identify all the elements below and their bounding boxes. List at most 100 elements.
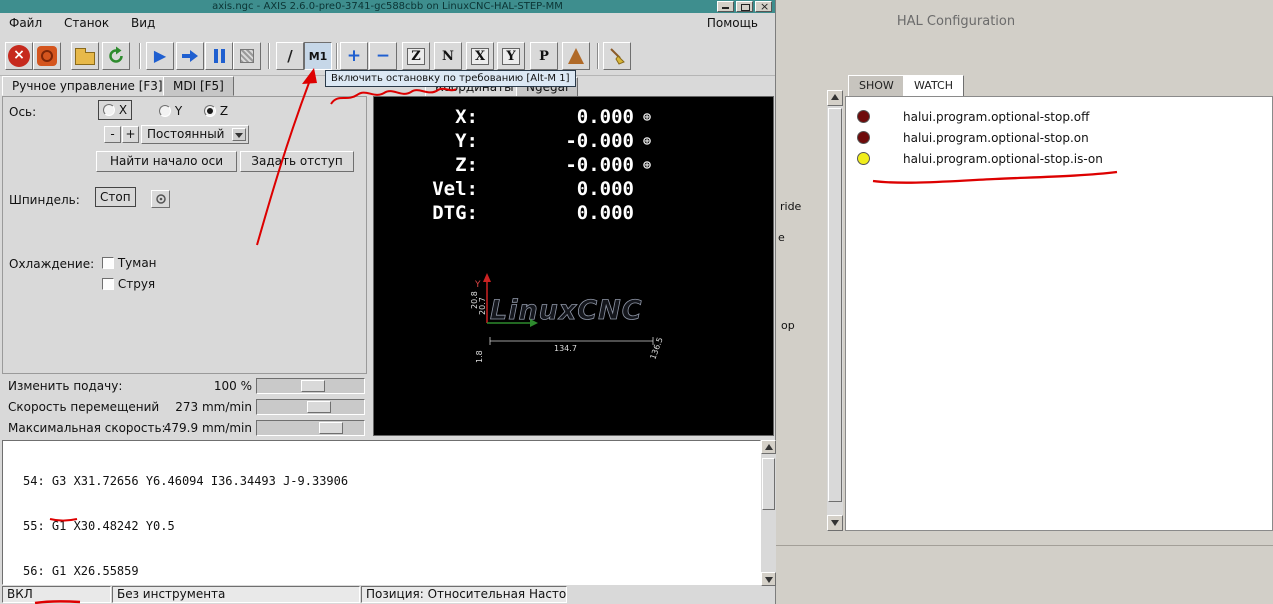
home-axis-button[interactable]: Найти начало оси bbox=[96, 151, 237, 172]
window-controls bbox=[717, 0, 772, 13]
dro-row-vel: Vel: 0.000 bbox=[432, 178, 634, 200]
scroll-up-icon[interactable] bbox=[827, 90, 843, 106]
gcode-line[interactable]: 54: G3 X31.72656 Y6.46094 I36.34493 J-9.… bbox=[23, 474, 760, 489]
scrollbar-thumb[interactable] bbox=[828, 108, 842, 502]
pause-button[interactable] bbox=[205, 42, 233, 70]
tab-mdi[interactable]: MDI [F5] bbox=[163, 76, 234, 96]
hal-tree-scrollbar[interactable] bbox=[827, 90, 843, 531]
preview-canvas[interactable]: X: 0.000 ⊕ Y: -0.000 ⊕ Z: -0.000 ⊕ Vel: … bbox=[373, 96, 774, 436]
menu-machine[interactable]: Станок bbox=[55, 13, 118, 33]
y-axis-arrow bbox=[483, 273, 491, 282]
run-button[interactable]: ▶ bbox=[146, 42, 174, 70]
led-icon bbox=[857, 131, 870, 144]
homed-icon: ⊕ bbox=[643, 133, 651, 149]
rotate-view-button[interactable] bbox=[562, 42, 590, 70]
tab-show[interactable]: SHOW bbox=[848, 75, 905, 97]
machine-power-button[interactable] bbox=[33, 42, 61, 70]
axis-titlebar[interactable]: axis.ngc - AXIS 2.6.0-pre0-3741-gc588cbb… bbox=[0, 0, 775, 13]
jog-speed-label: Скорость перемещений bbox=[8, 400, 160, 414]
gcode-scrollbar[interactable] bbox=[761, 440, 776, 586]
block-delete-button[interactable]: / bbox=[276, 42, 304, 70]
status-position: Позиция: Относительная Насто: bbox=[361, 586, 567, 603]
letter-y-icon: Y bbox=[502, 47, 520, 65]
menu-help[interactable]: Помощь bbox=[698, 13, 767, 33]
scroll-down-icon[interactable] bbox=[827, 515, 843, 531]
tab-watch[interactable]: WATCH bbox=[903, 75, 964, 97]
led-icon bbox=[857, 152, 870, 165]
broom-icon bbox=[610, 48, 625, 65]
y-axis-label: Y bbox=[474, 280, 481, 290]
tab-manual-control[interactable]: Ручное управление [F3] bbox=[2, 76, 173, 96]
pin-name: halui.program.optional-stop.off bbox=[903, 110, 1090, 124]
maximize-icon[interactable] bbox=[736, 1, 753, 12]
feed-override-slider[interactable] bbox=[256, 378, 365, 394]
zoom-out-button[interactable]: − bbox=[369, 42, 397, 70]
pin-name: halui.program.optional-stop.on bbox=[903, 131, 1089, 145]
clear-plot-button[interactable] bbox=[603, 42, 631, 70]
chevron-down-icon[interactable] bbox=[232, 128, 246, 141]
radio-selected-icon bbox=[204, 105, 216, 117]
max-velocity-slider[interactable] bbox=[256, 420, 365, 436]
optional-stop-button[interactable]: M1 bbox=[304, 42, 332, 70]
slider-handle[interactable] bbox=[319, 422, 343, 434]
menu-file[interactable]: Файл bbox=[0, 13, 51, 33]
stop-button[interactable] bbox=[233, 42, 261, 70]
dim-c-label: 1.8 bbox=[475, 350, 484, 363]
clipped-tree-label[interactable]: e bbox=[778, 231, 785, 244]
hal-window-bottom-edge bbox=[776, 545, 1273, 546]
jog-plus-button[interactable]: + bbox=[122, 126, 139, 143]
mist-checkbox[interactable]: Туман bbox=[102, 256, 157, 270]
step-button[interactable] bbox=[176, 42, 204, 70]
zoom-in-button[interactable]: + bbox=[340, 42, 368, 70]
view-z2-button[interactable]: N bbox=[434, 42, 462, 70]
menubar: Файл Станок Вид Помощь bbox=[0, 13, 775, 35]
axis-z-radio[interactable]: Z bbox=[204, 104, 228, 118]
view-y-button[interactable]: Y bbox=[497, 42, 525, 70]
spindle-stop-label: Стоп bbox=[100, 190, 131, 204]
led-icon bbox=[857, 110, 870, 123]
flood-checkbox[interactable]: Струя bbox=[102, 277, 155, 291]
slider-handle[interactable] bbox=[307, 401, 331, 413]
axis-x-radio[interactable]: X bbox=[98, 100, 133, 120]
view-p-button[interactable]: P bbox=[530, 42, 558, 70]
reload-button[interactable] bbox=[102, 42, 130, 70]
scrollbar-thumb[interactable] bbox=[762, 458, 775, 510]
clipped-tree-label[interactable]: op bbox=[781, 319, 795, 332]
desktop: axis.ngc - AXIS 2.6.0-pre0-3741-gc588cbb… bbox=[0, 0, 1273, 604]
toolbar-separator bbox=[139, 43, 141, 69]
plus-icon: + bbox=[346, 46, 362, 66]
estop-button[interactable]: × bbox=[5, 42, 33, 70]
slider-handle[interactable] bbox=[301, 380, 325, 392]
jog-minus-button[interactable]: - bbox=[104, 126, 121, 143]
set-offset-button[interactable]: Задать отступ bbox=[240, 151, 354, 172]
cone-icon bbox=[568, 48, 584, 64]
dro-row-y: Y: -0.000 ⊕ bbox=[374, 129, 773, 153]
axis-y-radio[interactable]: Y bbox=[159, 104, 182, 118]
open-file-button[interactable] bbox=[71, 42, 99, 70]
radio-icon bbox=[103, 104, 115, 116]
gcode-line[interactable]: 56: G1 X26.55859 bbox=[23, 564, 760, 579]
close-icon[interactable] bbox=[755, 0, 772, 13]
gcode-line[interactable]: 55: G1 X30.48242 Y0.5 bbox=[23, 519, 760, 534]
view-z-button[interactable]: Z bbox=[402, 42, 430, 70]
jog-mode-select[interactable]: Постоянный bbox=[141, 125, 249, 144]
letter-z-icon: Z bbox=[407, 47, 425, 65]
checkbox-icon bbox=[102, 257, 114, 269]
pin-name: halui.program.optional-stop.is-on bbox=[903, 152, 1103, 166]
folder-icon bbox=[75, 47, 95, 65]
minimize-icon[interactable] bbox=[717, 1, 734, 12]
clipped-tree-label[interactable]: ride bbox=[780, 200, 801, 213]
coolant-label: Охлаждение: bbox=[9, 257, 95, 271]
spindle-extra-button[interactable] bbox=[151, 190, 170, 208]
jog-speed-slider[interactable] bbox=[256, 399, 365, 415]
max-velocity-value: 479.9 mm/min bbox=[163, 421, 252, 435]
menu-view[interactable]: Вид bbox=[122, 13, 164, 33]
spindle-stop-button[interactable]: Стоп bbox=[95, 187, 136, 207]
estop-x-icon: × bbox=[8, 45, 30, 67]
scroll-up-icon[interactable] bbox=[761, 440, 776, 454]
dim-height-label: 136.5 bbox=[648, 336, 664, 361]
power-ring-icon bbox=[37, 46, 57, 66]
flood-label: Струя bbox=[117, 277, 156, 291]
scroll-down-icon[interactable] bbox=[761, 572, 776, 586]
view-x-button[interactable]: X bbox=[466, 42, 494, 70]
